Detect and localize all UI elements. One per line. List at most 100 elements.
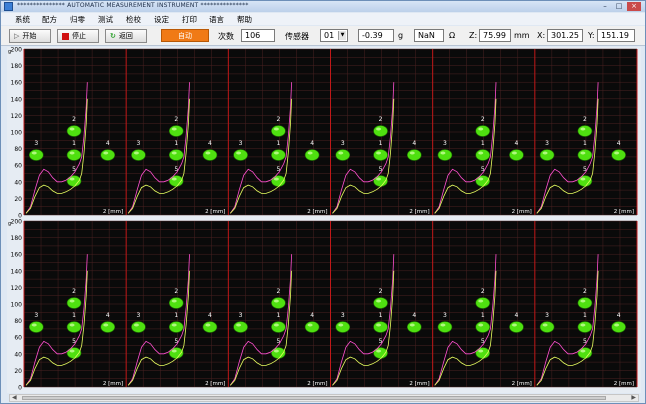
key-label: 5 [583, 338, 587, 345]
key-label: 4 [106, 140, 110, 147]
key-highlight [69, 127, 75, 131]
key-highlight [478, 151, 484, 155]
key-indicator [437, 149, 453, 161]
key-indicator [100, 321, 116, 333]
count-field[interactable]: 106 [241, 29, 275, 42]
minimize-button[interactable]: – [599, 2, 611, 11]
key-highlight [376, 151, 382, 155]
key-indicator [100, 149, 116, 161]
menu-item-recipe[interactable]: 配方 [42, 14, 57, 25]
app-window: *************** AUTOMATIC MEASUREMENT IN… [0, 0, 646, 404]
chevron-down-icon[interactable]: ▼ [338, 31, 346, 40]
stop-button[interactable]: 停止 [57, 29, 99, 43]
y-tick-label: 200 [11, 47, 23, 54]
stop-button-label: 停止 [72, 32, 86, 40]
y-tick-label: 140 [11, 268, 23, 275]
menu-item-help[interactable]: 帮助 [237, 14, 252, 25]
auto-mode-button[interactable]: 自动 [161, 29, 209, 42]
y-tick-label: 160 [11, 252, 23, 259]
title-bar: *************** AUTOMATIC MEASUREMENT IN… [1, 1, 645, 12]
start-button[interactable]: ▷ 开始 [9, 29, 51, 43]
key-label: 1 [379, 140, 383, 147]
y-tick-label: 80 [14, 146, 22, 153]
x-axis-label: 2 [mm] [307, 381, 327, 387]
force-readout: -0.39 [358, 29, 394, 42]
menu-item-zero[interactable]: 归零 [70, 14, 85, 25]
key-highlight [31, 323, 37, 327]
key-highlight [69, 177, 75, 181]
key-label: 5 [481, 338, 485, 345]
key-indicator [406, 149, 422, 161]
key-label: 4 [515, 140, 519, 147]
maximize-button[interactable]: □ [613, 2, 625, 11]
key-highlight [542, 323, 548, 327]
key-label: 2 [72, 116, 76, 123]
key-highlight [171, 323, 177, 327]
key-highlight [273, 349, 279, 353]
scrollbar-thumb[interactable] [22, 396, 606, 400]
y-tick-label: 160 [11, 80, 23, 87]
count-label: 次数 [218, 32, 234, 41]
y-tick-label: 140 [11, 96, 23, 103]
key-highlight [31, 151, 37, 155]
key-label: 3 [341, 140, 345, 147]
key-indicator [66, 125, 82, 137]
key-label: 2 [276, 288, 280, 295]
y-tick-label: 200 [11, 219, 23, 226]
scroll-right-icon[interactable]: ▶ [631, 394, 636, 401]
y-tick-label: 120 [11, 285, 23, 292]
key-label: 1 [72, 312, 76, 319]
key-label: 5 [72, 338, 76, 345]
key-indicator [611, 149, 626, 161]
menu-item-settings[interactable]: 设定 [154, 14, 169, 25]
sensor-select[interactable]: 01 ▼ [320, 29, 348, 42]
key-indicator [304, 149, 320, 161]
key-highlight [103, 323, 109, 327]
key-highlight [614, 151, 620, 155]
key-indicator [437, 321, 453, 333]
key-indicator [611, 321, 626, 333]
key-label: 5 [481, 166, 485, 173]
key-indicator [66, 321, 82, 333]
key-highlight [307, 323, 313, 327]
x-axis-label: 2 [mm] [205, 209, 225, 215]
menu-item-calibrate[interactable]: 检校 [126, 14, 141, 25]
key-highlight [580, 151, 586, 155]
back-button[interactable]: ↻ 返回 [105, 29, 147, 43]
key-indicator [335, 321, 351, 333]
key-highlight [133, 323, 139, 327]
key-indicator [373, 149, 388, 161]
menu-item-language[interactable]: 语言 [209, 14, 224, 25]
key-indicator [373, 125, 388, 137]
key-highlight [69, 323, 75, 327]
horizontal-scrollbar[interactable]: ◀ ▶ [9, 394, 639, 402]
key-indicator [577, 297, 593, 309]
key-highlight [273, 127, 279, 131]
start-button-label: 开始 [22, 32, 37, 40]
sensor-value: 01 [324, 31, 335, 40]
key-highlight [236, 323, 242, 327]
menu-item-print[interactable]: 打印 [182, 14, 197, 25]
key-indicator [168, 149, 184, 161]
resistance-readout: NaN [414, 29, 444, 42]
key-highlight [338, 323, 344, 327]
key-highlight [171, 127, 177, 131]
x-axis-label: 2 [mm] [205, 381, 225, 387]
y-tick-label: 80 [14, 318, 22, 325]
key-label: 5 [276, 166, 280, 173]
menu-item-test[interactable]: 测试 [98, 14, 113, 25]
key-label: 2 [583, 288, 587, 295]
y-label: Y: [588, 31, 595, 40]
key-indicator [168, 297, 184, 309]
menu-item-system[interactable]: 系统 [15, 14, 30, 25]
key-label: 4 [310, 140, 314, 147]
force-unit: g [398, 31, 404, 40]
key-indicator [202, 321, 218, 333]
key-highlight [376, 349, 382, 353]
back-button-label: 返回 [118, 32, 133, 40]
scroll-left-icon[interactable]: ◀ [12, 394, 17, 401]
key-label: 3 [239, 140, 243, 147]
close-button[interactable]: × [627, 2, 641, 11]
key-highlight [376, 299, 382, 303]
key-highlight [171, 177, 177, 181]
